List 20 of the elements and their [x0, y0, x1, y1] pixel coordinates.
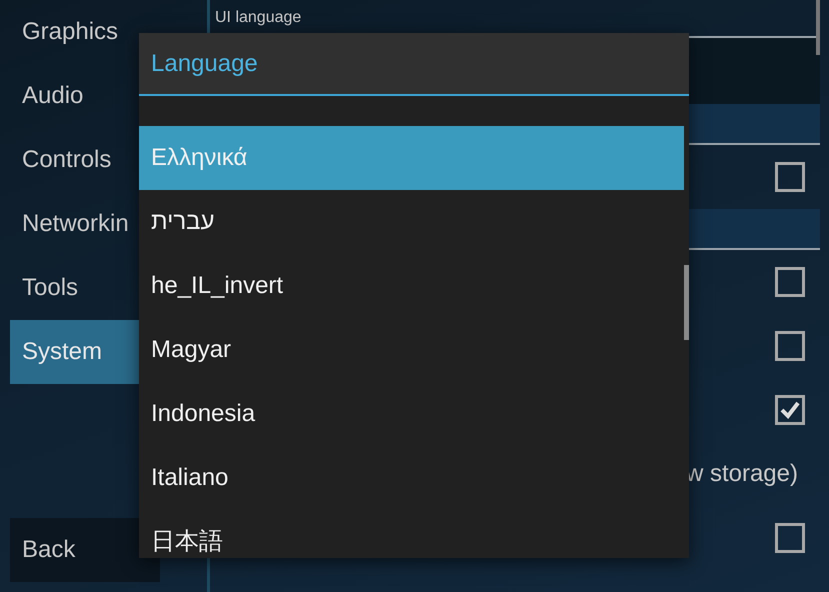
checkbox[interactable]	[775, 267, 805, 297]
checkbox[interactable]	[775, 331, 805, 361]
checkbox[interactable]	[775, 523, 805, 553]
language-option[interactable]: he_IL_invert	[139, 254, 684, 318]
popup-title: Language	[139, 33, 689, 96]
sidebar-tab[interactable]: Graphics	[10, 0, 140, 64]
sidebar-tab[interactable]: Networkin	[10, 192, 140, 256]
checkbox[interactable]	[775, 395, 805, 425]
scrollbar[interactable]	[684, 265, 689, 340]
check-icon	[780, 401, 800, 419]
sidebar-tab[interactable]: System	[10, 320, 140, 384]
sidebar-tab[interactable]: Audio	[10, 64, 140, 128]
language-option[interactable]: Italiano	[139, 446, 684, 510]
language-option[interactable]: Indonesia	[139, 382, 684, 446]
language-option[interactable]: עברית	[139, 190, 684, 254]
sidebar-tab[interactable]: Controls	[10, 128, 140, 192]
language-option[interactable]: Magyar	[139, 318, 684, 382]
scrollbar[interactable]	[816, 0, 820, 55]
checkbox[interactable]	[775, 162, 805, 192]
sidebar-tab[interactable]: Tools	[10, 256, 140, 320]
